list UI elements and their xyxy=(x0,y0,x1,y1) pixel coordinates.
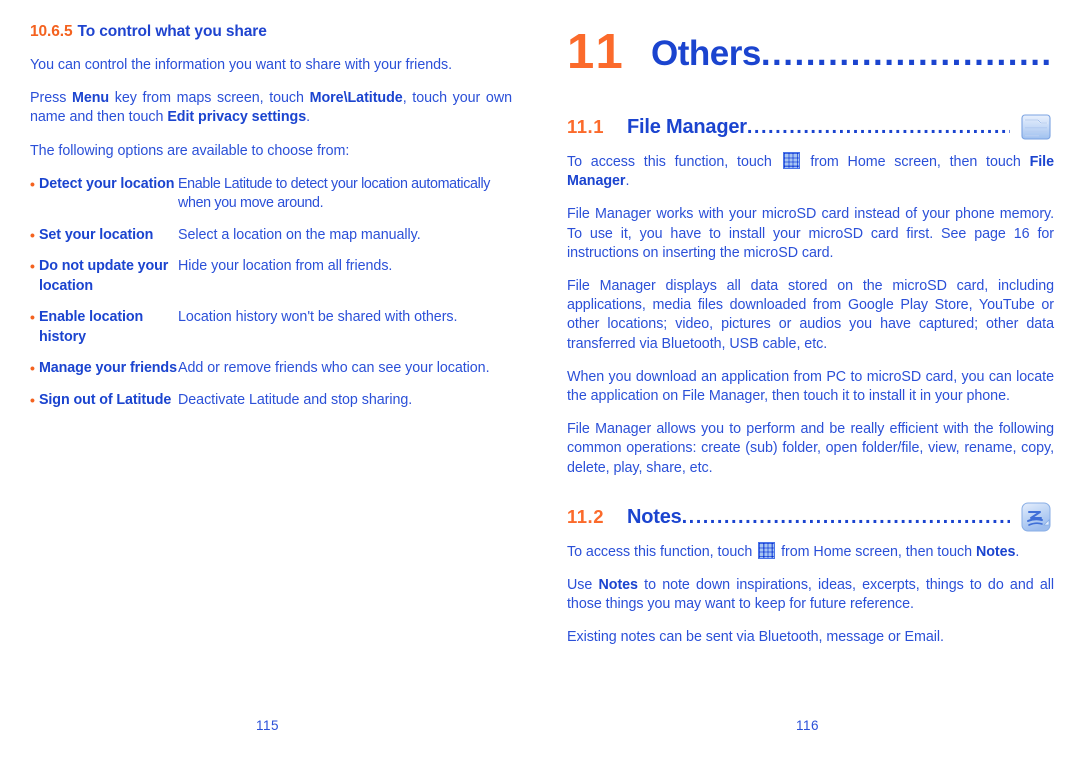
page-number-left: 115 xyxy=(256,718,280,733)
notes-access-text-2: from Home screen, then touch xyxy=(777,543,976,560)
option-term: Enable location history xyxy=(39,309,144,345)
press-menu-bold-more-latitude: More\Latitude xyxy=(309,90,403,107)
section-heading-11-1: 11.1 File Manager.......................… xyxy=(567,114,1054,140)
paragraph-notes-existing: Existing notes can be sent via Bluetooth… xyxy=(567,629,944,646)
section-heading-10-6-5: 10.6.5 To control what you share xyxy=(30,22,512,41)
file-manager-icon xyxy=(1018,109,1054,145)
section-title: To control what you share xyxy=(77,23,267,40)
right-page: 11 Others...............................… xyxy=(540,0,1080,767)
bullet-icon: • xyxy=(30,360,35,377)
bullet-icon: • xyxy=(30,309,35,326)
notes-access-bold-notes: Notes xyxy=(975,543,1016,560)
option-term: Set your location xyxy=(39,226,154,243)
latitude-options-list: • Detect your location Enable Latitude t… xyxy=(30,175,512,411)
fm-access-text-2: from Home screen, then touch xyxy=(801,154,1030,170)
press-menu-text-4: . xyxy=(306,109,311,126)
notes-use-bold-notes: Notes xyxy=(598,577,638,594)
paragraph-notes-use: Use Notes to note down inspirations, ide… xyxy=(567,576,1054,614)
section-title: File Manager............................… xyxy=(627,114,1010,140)
paragraph-notes-access: To access this function, touch from Home… xyxy=(567,541,1054,562)
section-heading-11-2: 11.2 Notes..............................… xyxy=(567,502,1054,532)
notes-use-text-1: Use xyxy=(567,577,599,594)
left-page-content: 10.6.5 To control what you share You can … xyxy=(30,22,512,422)
paragraph-file-manager-3: When you download an application from PC… xyxy=(567,368,1054,405)
paragraph-share-intro: You can control the information you want… xyxy=(30,57,453,73)
paragraph-file-manager-2: File Manager displays all data stored on… xyxy=(567,278,1054,352)
press-menu-bold-menu: Menu xyxy=(71,90,110,107)
chapter-heading: 11 Others...............................… xyxy=(567,26,1054,80)
app-grid-icon xyxy=(758,541,776,559)
fm-access-text-3: . xyxy=(625,173,630,190)
section-number: 10.6.5 xyxy=(30,23,73,40)
option-description: Location history won't be shared with ot… xyxy=(178,309,458,326)
press-menu-text-1: Press xyxy=(30,90,72,107)
option-description: Deactivate Latitude and stop sharing. xyxy=(178,391,413,408)
page-number-right: 116 xyxy=(796,718,820,733)
list-item: • Do not update your location Hide your … xyxy=(30,257,512,296)
section-title-text: Notes xyxy=(627,505,682,528)
chapter-title: Others................................ xyxy=(651,30,1054,78)
option-term: Do not update your location xyxy=(39,258,169,294)
bullet-icon: • xyxy=(30,391,35,408)
chapter-number: 11 xyxy=(567,25,627,79)
manual-page-spread: 10.6.5 To control what you share You can … xyxy=(0,0,1080,767)
list-item: • Enable location history Location histo… xyxy=(30,308,512,347)
bullet-icon: • xyxy=(30,258,35,275)
notes-access-text-3: . xyxy=(1015,543,1020,560)
option-description: Enable Latitude to detect your location … xyxy=(178,175,491,212)
app-grid-icon xyxy=(782,152,800,169)
notes-icon xyxy=(1018,499,1054,535)
paragraph-file-manager-1: File Manager works with your microSD car… xyxy=(567,206,1054,261)
chapter-dot-leader: ................................ xyxy=(760,34,1054,73)
notes-use-text-2: to note down inspirations, ideas, excerp… xyxy=(567,577,1054,613)
bullet-icon: • xyxy=(30,175,35,192)
section-number: 11.2 xyxy=(567,505,604,527)
option-term: Sign out of Latitude xyxy=(39,391,172,408)
list-item: • Detect your location Enable Latitude t… xyxy=(30,175,512,214)
option-description: Select a location on the map manually. xyxy=(178,226,421,243)
paragraph-press-menu: Press Menu key from maps screen, touch M… xyxy=(30,89,512,127)
option-term: Detect your location xyxy=(39,175,175,192)
option-description: Add or remove friends who can see your l… xyxy=(178,360,490,377)
list-item: • Sign out of Latitude Deactivate Latitu… xyxy=(30,391,512,411)
option-term: Manage your friends xyxy=(39,360,177,377)
paragraph-options-intro: The following options are available to c… xyxy=(30,142,350,159)
list-item: • Set your location Select a location on… xyxy=(30,226,512,246)
left-page: 10.6.5 To control what you share You can … xyxy=(0,0,540,767)
press-menu-text-2: key from maps screen, touch xyxy=(109,90,310,107)
notes-access-text-1: To access this function, touch xyxy=(567,543,757,560)
chapter-title-text: Others xyxy=(651,34,761,73)
section-number: 11.1 xyxy=(567,116,604,137)
section-title-text: File Manager xyxy=(627,116,747,138)
bullet-icon: • xyxy=(30,226,35,243)
right-page-content: 11 Others...............................… xyxy=(567,26,1054,648)
section-dot-leader: ........................................… xyxy=(681,505,1010,528)
paragraph-file-manager-access: To access this function, touch from Home… xyxy=(567,152,1054,191)
section-title: Notes...................................… xyxy=(627,504,1010,530)
fm-access-text-1: To access this function, touch xyxy=(567,154,781,170)
paragraph-file-manager-4: File Manager allows you to perform and b… xyxy=(567,421,1054,476)
option-description: Hide your location from all friends. xyxy=(178,258,393,275)
section-dot-leader: ........................................… xyxy=(746,116,1010,138)
list-item: • Manage your friends Add or remove frie… xyxy=(30,359,512,379)
press-menu-bold-edit-privacy: Edit privacy settings xyxy=(167,109,307,126)
